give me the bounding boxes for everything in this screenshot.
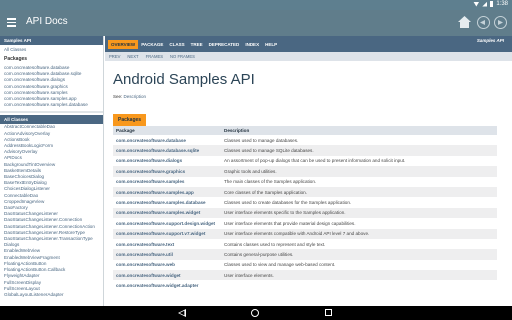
wifi-icon: [473, 1, 480, 7]
nav-home-icon[interactable]: [251, 309, 259, 317]
subnav-link[interactable]: NEXT: [127, 54, 138, 59]
package-description: Classes used to manage SQLite databases.: [221, 145, 497, 156]
package-description: Contains general-purpose utilities.: [221, 249, 497, 260]
classes-header: All Classes: [0, 115, 103, 125]
package-name-link[interactable]: com.oncreatesoftware.text: [113, 239, 221, 249]
battery-icon: [490, 1, 494, 7]
top-nav: OVERVIEW PACKAGE CLASS TREE DEPRECATED INDEX H…: [105, 36, 512, 52]
package-name-link[interactable]: com.oncreatesoftware.util: [113, 249, 221, 260]
description-link[interactable]: Description: [124, 94, 147, 99]
package-description: Core classes of the Samples application.: [221, 186, 497, 198]
status-time: 1:38: [496, 1, 508, 7]
brand-label: Samples API: [476, 38, 504, 43]
col-description: Description: [221, 126, 497, 135]
table-row: com.oncreatesoftware.database.sqlite Clas…: [113, 145, 497, 156]
nav-link-package[interactable]: PACKAGE: [138, 40, 166, 49]
table-caption: Packages: [113, 114, 147, 126]
table-row: com.oncreatesoftware.dialogs An assortmen…: [113, 156, 497, 166]
see-prefix: See:: [113, 94, 123, 99]
package-list: com.oncreatesoftware.database com.oncreat…: [0, 65, 103, 108]
package-description: User interface elements.: [221, 270, 497, 281]
package-description: An assortment of pop-up dialogs that can…: [224, 158, 406, 164]
table-row: com.oncreatesoftware.text Contains classe…: [113, 239, 497, 249]
nav-links: OVERVIEW PACKAGE CLASS TREE DEPRECATED INDEX H…: [108, 40, 280, 49]
nav-link-tree[interactable]: TREE: [188, 40, 206, 49]
table-row: com.oncreatesoftware.samples.app Core cla…: [113, 186, 497, 198]
nav-link-class[interactable]: CLASS: [166, 40, 187, 49]
nav-link-overview[interactable]: OVERVIEW: [108, 40, 139, 49]
table-row: com.oncreatesoftware.samples.widget User …: [113, 207, 497, 219]
package-description: Graphic tools and utilities.: [221, 166, 497, 177]
table-row: com.oncreatesoftware.database Classes use…: [113, 135, 497, 145]
package-description: Contains classes used to represent and s…: [224, 241, 326, 247]
table-row: com.oncreatesoftware.support.design.widg…: [113, 218, 497, 228]
class-link[interactable]: GlobalLayoutListenerAdapter: [0, 292, 103, 298]
see-line: See: Description: [105, 88, 512, 105]
package-name-link[interactable]: com.oncreatesoftware.web: [113, 260, 221, 270]
all-classes-link[interactable]: All Classes: [0, 45, 103, 54]
forward-arrow-icon[interactable]: [494, 16, 507, 29]
sub-nav: PREV NEXT FRAMES NO FRAMES: [105, 52, 512, 61]
menu-icon[interactable]: [7, 18, 16, 27]
nav-link-deprecated[interactable]: DEPRECATED: [206, 40, 243, 49]
left-frame: Samples API All Classes Packages com.onc…: [0, 36, 104, 306]
col-package: Package: [113, 126, 221, 135]
subnav-link[interactable]: FRAMES: [146, 54, 163, 59]
status-bar: 1:38: [0, 0, 512, 10]
package-description: User interface elements that provide mat…: [224, 220, 356, 226]
home-icon[interactable]: [458, 16, 471, 29]
table-row: com.oncreatesoftware.widget.adapter: [113, 280, 497, 290]
package-description: Classes used to create databases for the…: [224, 200, 352, 206]
left-header: Samples API: [0, 36, 103, 45]
nav-link-index[interactable]: INDEX: [242, 40, 262, 49]
package-name-link[interactable]: com.oncreatesoftware.database: [113, 135, 221, 145]
package-name-link[interactable]: com.oncreatesoftware.samples.database: [113, 197, 221, 207]
table-header-row: Package Description: [113, 126, 497, 135]
table-row: com.oncreatesoftware.graphics Graphic too…: [113, 166, 497, 177]
package-name-link[interactable]: com.oncreatesoftware.samples.widget: [113, 207, 221, 219]
package-description: The main classes of the Samples applicat…: [224, 179, 317, 185]
table-row: com.oncreatesoftware.samples.database Cla…: [113, 197, 497, 207]
table-row: com.oncreatesoftware.samples The main cla…: [113, 177, 497, 187]
class-list: AbstractConnectableDao ActionAdvisoryOver…: [0, 124, 103, 298]
nav-recents-icon[interactable]: [325, 309, 332, 316]
subnav-link[interactable]: PREV: [109, 54, 120, 59]
page-title: Android Samples API: [113, 71, 255, 88]
signal-icon: [482, 1, 488, 7]
packages-heading: Packages: [4, 56, 28, 62]
packages-table-wrap: Packages Package Description com.oncreat…: [105, 105, 512, 291]
subnav-link[interactable]: NO FRAMES: [170, 54, 195, 59]
package-name-link[interactable]: com.oncreatesoftware.dialogs: [113, 156, 221, 166]
table-row: com.oncreatesoftware.widget User interfac…: [113, 270, 497, 281]
system-nav-bar: [0, 306, 512, 320]
table-row: com.oncreatesoftware.support.v7.widget Us…: [113, 228, 497, 239]
package-name-link[interactable]: com.oncreatesoftware.widget: [113, 270, 221, 281]
package-link[interactable]: com.oncreatesoftware.samples.database: [0, 102, 103, 108]
package-name-link[interactable]: com.oncreatesoftware.samples: [113, 177, 221, 187]
package-name-link[interactable]: com.oncreatesoftware.graphics: [113, 166, 221, 177]
package-description: Classes used to view and manage web-base…: [224, 262, 336, 268]
nav-back-icon[interactable]: [178, 309, 186, 317]
nav-link-help[interactable]: HELP: [262, 40, 280, 49]
app-title: API Docs: [26, 16, 68, 27]
package-description: Classes used to manage databases.: [224, 137, 299, 143]
back-arrow-icon[interactable]: [477, 16, 490, 29]
table-row: com.oncreatesoftware.web Classes used to …: [113, 260, 497, 270]
package-name-link[interactable]: com.oncreatesoftware.support.design.widg…: [113, 218, 221, 228]
package-name-link[interactable]: com.oncreatesoftware.database.sqlite: [113, 145, 221, 156]
package-description: [221, 280, 497, 290]
package-name-link[interactable]: com.oncreatesoftware.widget.adapter: [113, 280, 221, 290]
app-bar: API Docs: [0, 10, 512, 36]
packages-table: Package Description com.oncreatesoftware…: [113, 126, 497, 291]
package-description: User interface elements compatible with …: [221, 228, 497, 239]
main-frame: OVERVIEW PACKAGE CLASS TREE DEPRECATED INDEX H…: [105, 36, 512, 306]
frame-divider[interactable]: [0, 111, 103, 114]
package-name-link[interactable]: com.oncreatesoftware.samples.app: [113, 186, 221, 198]
class-link[interactable]: DaoStatusChangeListener.ConnectionAction: [0, 224, 103, 230]
package-name-link[interactable]: com.oncreatesoftware.support.v7.widget: [113, 228, 221, 239]
package-description: User interface elements specific to the …: [221, 207, 497, 219]
table-row: com.oncreatesoftware.util Contains genera…: [113, 249, 497, 260]
